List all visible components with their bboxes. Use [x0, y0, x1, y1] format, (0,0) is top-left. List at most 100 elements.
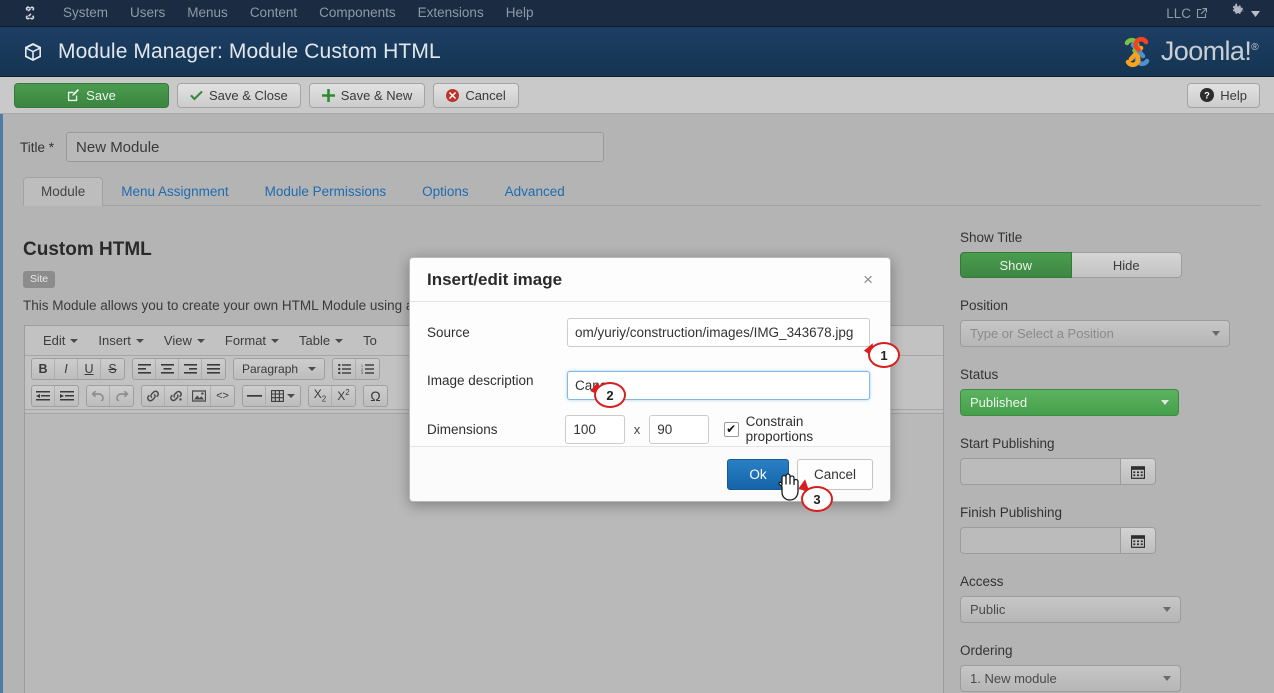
cancel-button[interactable]: Cancel	[433, 82, 519, 108]
list-group: 123	[332, 358, 381, 380]
save-and-new-button[interactable]: Save & New	[308, 82, 426, 108]
bullet-list-icon[interactable]	[333, 359, 357, 379]
finish-publishing-calendar-button[interactable]	[1120, 527, 1156, 554]
close-icon[interactable]: ×	[863, 271, 873, 288]
annotation-marker-2: 2	[594, 382, 626, 408]
unlink-icon[interactable]	[165, 385, 188, 406]
chevron-down-icon	[196, 338, 205, 343]
editor-menu-tools[interactable]: To	[353, 330, 387, 351]
menu-system[interactable]: System	[52, 0, 119, 26]
tab-options[interactable]: Options	[404, 177, 487, 206]
menu-extensions[interactable]: Extensions	[407, 0, 495, 26]
tab-module[interactable]: Module	[23, 177, 104, 206]
ordering-select[interactable]: 1. New module	[960, 665, 1181, 692]
title-input[interactable]	[66, 132, 605, 162]
editor-menu-format[interactable]: Format	[215, 330, 289, 351]
editor-menu-insert[interactable]: Insert	[88, 330, 154, 351]
insert-image-icon[interactable]	[188, 385, 211, 406]
bold-icon[interactable]: B	[32, 359, 55, 379]
annotation-marker-3: 3	[801, 486, 833, 512]
start-publishing-field	[960, 458, 1260, 485]
editor-menu-view[interactable]: View	[154, 330, 215, 351]
italic-icon[interactable]: I	[55, 359, 78, 379]
tab-advanced[interactable]: Advanced	[487, 177, 583, 206]
height-input[interactable]: 90	[649, 414, 709, 444]
page-title: Module Manager: Module Custom HTML	[58, 39, 441, 63]
external-link-icon	[1196, 7, 1208, 19]
insert-link-icon[interactable]	[142, 385, 165, 406]
menu-components[interactable]: Components	[308, 0, 407, 26]
special-character-icon[interactable]: Ω	[364, 386, 387, 406]
width-input[interactable]: 100	[565, 414, 625, 444]
dialog-title: Insert/edit image	[427, 269, 563, 289]
chevron-down-icon	[1161, 400, 1169, 405]
save-button-label: Save	[86, 87, 116, 103]
menu-menus[interactable]: Menus	[176, 0, 239, 26]
source-row: Source om/yuriy/construction/images/IMG_…	[427, 318, 873, 347]
chevron-down-icon	[1251, 4, 1260, 22]
show-title-hide-button[interactable]: Hide	[1071, 252, 1182, 278]
title-field-row: Title *	[20, 132, 605, 162]
show-title-label: Show Title	[960, 230, 1023, 245]
help-button[interactable]: ? Help	[1187, 82, 1260, 108]
numbered-list-icon[interactable]: 123	[356, 359, 379, 379]
constrain-proportions-checkbox[interactable]: ✔ Constrain proportions	[723, 414, 873, 444]
status-select[interactable]: Published	[960, 389, 1179, 416]
align-center-icon[interactable]	[156, 359, 179, 379]
superscript-icon[interactable]: X2	[332, 386, 355, 406]
strikethrough-icon[interactable]: S	[101, 359, 124, 379]
menu-content[interactable]: Content	[239, 0, 308, 26]
save-button[interactable]: Save	[14, 82, 169, 108]
chevron-down-icon	[1163, 676, 1171, 681]
help-button-label: Help	[1220, 87, 1247, 103]
editor-menu-table[interactable]: Table	[289, 330, 353, 351]
brand-text: Joomla!®	[1160, 36, 1259, 66]
subscript-icon[interactable]: X2	[309, 385, 332, 406]
check-icon	[190, 90, 203, 101]
chevron-down-icon	[308, 367, 317, 371]
finish-publishing-input[interactable]	[960, 527, 1120, 554]
menu-users[interactable]: Users	[119, 0, 176, 26]
menu-help[interactable]: Help	[495, 0, 545, 26]
svg-text:?: ?	[1204, 89, 1210, 100]
save-and-close-button[interactable]: Save & Close	[177, 82, 301, 108]
show-title-toggle: Show Hide	[960, 252, 1182, 278]
editor-menu-edit[interactable]: Edit	[33, 330, 88, 351]
align-left-icon[interactable]	[133, 359, 156, 379]
show-title-show-button[interactable]: Show	[960, 252, 1072, 278]
joomla-mark-icon[interactable]	[22, 5, 38, 21]
align-right-icon[interactable]	[179, 359, 202, 379]
finish-publishing-field	[960, 527, 1260, 554]
position-select[interactable]: Type or Select a Position	[960, 320, 1230, 347]
insert-table-icon[interactable]	[266, 386, 300, 406]
source-input[interactable]: om/yuriy/construction/images/IMG_343678.…	[567, 318, 870, 347]
align-justify-icon[interactable]	[202, 359, 225, 379]
ok-button[interactable]: Ok	[726, 458, 789, 490]
position-label: Position	[960, 298, 1009, 313]
start-publishing-input[interactable]	[960, 458, 1120, 485]
chevron-down-icon	[135, 338, 144, 343]
tab-menu-assignment[interactable]: Menu Assignment	[103, 177, 246, 206]
access-select[interactable]: Public	[960, 596, 1181, 623]
underline-icon[interactable]: U	[78, 359, 101, 379]
tab-bar: Module Menu Assignment Module Permission…	[23, 176, 1261, 206]
chevron-down-icon	[271, 338, 280, 343]
paragraph-format-select[interactable]: Paragraph	[234, 359, 324, 379]
title-label: Title *	[20, 139, 55, 155]
checkbox-checked-icon: ✔	[723, 421, 739, 437]
source-code-icon[interactable]: <>	[211, 386, 234, 406]
redo-icon[interactable]	[110, 386, 133, 406]
admin-settings-menu[interactable]	[1230, 3, 1260, 23]
script-group: X2 X2	[308, 384, 356, 407]
horizontal-rule-icon[interactable]	[243, 385, 266, 406]
undo-icon[interactable]	[87, 385, 110, 406]
plus-icon	[321, 88, 335, 102]
constrain-proportions-label: Constrain proportions	[745, 414, 814, 444]
outdent-icon[interactable]	[32, 385, 55, 406]
site-preview-link[interactable]: LLC	[1166, 6, 1208, 21]
indent-icon[interactable]	[55, 386, 78, 406]
indent-group	[31, 384, 79, 407]
start-publishing-calendar-button[interactable]	[1120, 458, 1156, 485]
status-select-value: Published	[970, 395, 1028, 410]
tab-module-permissions[interactable]: Module Permissions	[247, 177, 405, 206]
